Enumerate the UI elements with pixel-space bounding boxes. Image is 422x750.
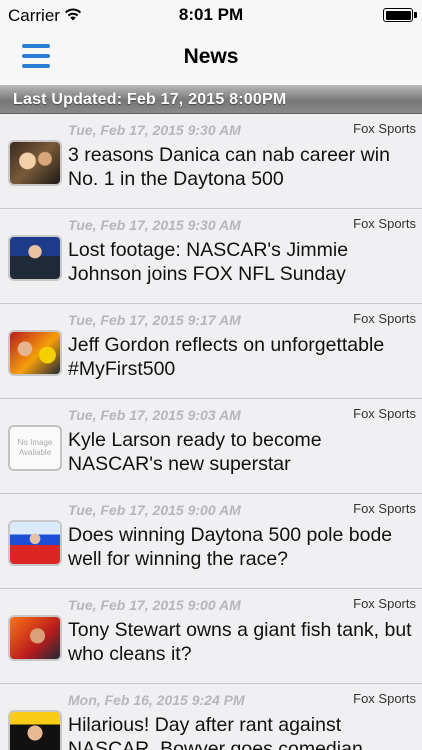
status-bar: Carrier 8:01 PM	[0, 0, 422, 30]
last-updated-banner: Last Updated: Feb 17, 2015 8:00PM	[0, 86, 422, 114]
clock: 8:01 PM	[178, 5, 244, 24]
news-date: Tue, Feb 17, 2015 9:30 AM	[68, 217, 241, 233]
news-headline: Jeff Gordon reflects on unforgettable #M…	[68, 334, 385, 380]
news-headline: Does winning Daytona 500 pole bode well …	[68, 524, 393, 570]
news-item[interactable]: Tue, Feb 17, 2015 9:30 AM Fox Sports 3 r…	[0, 114, 422, 209]
news-thumbnail	[8, 520, 62, 566]
news-date: Mon, Feb 16, 2015 9:24 PM	[68, 692, 245, 708]
page-title: News	[183, 45, 239, 68]
news-item[interactable]: Mon, Feb 16, 2015 9:24 PM Fox Sports Hil…	[0, 684, 422, 750]
no-image-placeholder: No Image Available	[8, 425, 62, 471]
news-headline: Tony Stewart owns a giant fish tank, but…	[68, 619, 412, 665]
news-headline: Hilarious! Day after rant against NASCAR…	[68, 714, 363, 750]
no-image-label: No Image Available	[17, 438, 53, 457]
news-thumbnail	[8, 235, 62, 281]
news-list[interactable]: Tue, Feb 17, 2015 9:30 AM Fox Sports 3 r…	[0, 114, 422, 750]
news-item[interactable]: Tue, Feb 17, 2015 9:00 AM Fox Sports Doe…	[0, 494, 422, 589]
news-item[interactable]: No Image Available Tue, Feb 17, 2015 9:0…	[0, 399, 422, 494]
news-item[interactable]: Tue, Feb 17, 2015 9:17 AM Fox Sports Jef…	[0, 304, 422, 399]
news-item[interactable]: Tue, Feb 17, 2015 9:00 AM Fox Sports Ton…	[0, 589, 422, 684]
news-source: Fox Sports	[353, 121, 416, 136]
news-date: Tue, Feb 17, 2015 9:03 AM	[68, 407, 241, 423]
news-thumbnail	[8, 615, 62, 661]
news-source: Fox Sports	[353, 596, 416, 611]
news-headline: Lost footage: NASCAR's Jimmie Johnson jo…	[68, 239, 349, 285]
news-date: Tue, Feb 17, 2015 9:30 AM	[68, 122, 241, 138]
news-headline: Kyle Larson ready to become NASCAR's new…	[68, 429, 322, 475]
battery-tip	[414, 12, 417, 18]
news-source: Fox Sports	[353, 216, 416, 231]
battery-icon	[383, 8, 413, 22]
news-headline: 3 reasons Danica can nab career win No. …	[68, 144, 390, 190]
news-date: Tue, Feb 17, 2015 9:00 AM	[68, 502, 241, 518]
news-source: Fox Sports	[353, 691, 416, 706]
navigation-bar: News	[0, 30, 422, 86]
news-source: Fox Sports	[353, 311, 416, 326]
news-item[interactable]: Tue, Feb 17, 2015 9:30 AM Fox Sports Los…	[0, 209, 422, 304]
last-updated-label: Last Updated: Feb 17, 2015 8:00PM	[13, 91, 287, 108]
news-date: Tue, Feb 17, 2015 9:00 AM	[68, 597, 241, 613]
news-thumbnail	[8, 710, 62, 750]
news-thumbnail	[8, 140, 62, 186]
news-date: Tue, Feb 17, 2015 9:17 AM	[68, 312, 241, 328]
news-source: Fox Sports	[353, 406, 416, 421]
news-source: Fox Sports	[353, 501, 416, 516]
news-thumbnail	[8, 330, 62, 376]
